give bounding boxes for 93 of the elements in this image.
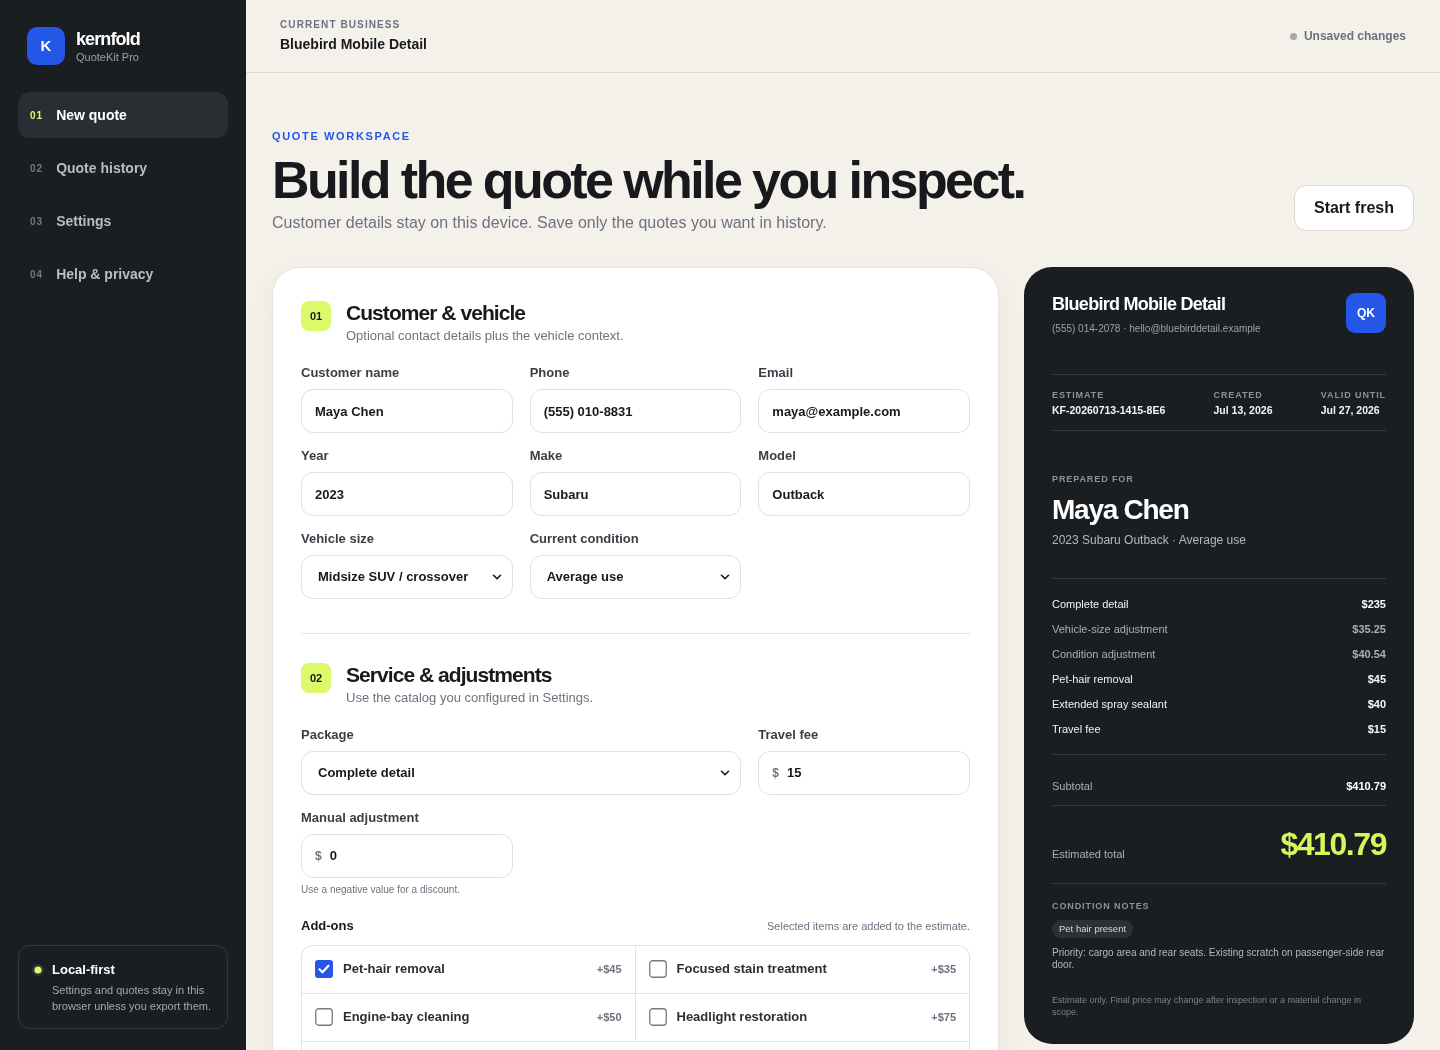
total-label: Estimated total — [1052, 847, 1125, 862]
page-title: Build the quote while you inspect. — [272, 153, 1025, 207]
text-field[interactable]: (555) 010-8831 — [529, 389, 742, 433]
field-label: Make — [529, 448, 564, 464]
notes-label: CONDITION NOTES — [1052, 900, 1151, 912]
line-item-amount: $35.25 — [1352, 622, 1386, 638]
field-label: Manual adjustment — [301, 810, 420, 826]
addon-label: Focused stain treatment — [676, 960, 827, 979]
status-dot-icon — [32, 964, 44, 976]
addons-title: Add-ons — [301, 918, 354, 935]
business-contact: (555) 014-2078 · hello@bluebirddetail.example — [1052, 322, 1261, 336]
field-label: Customer name — [301, 365, 401, 381]
status-dot-icon — [1289, 32, 1297, 40]
field-label: Current condition — [529, 531, 640, 547]
meta-value: Jul 13, 2026 — [1213, 403, 1273, 417]
initials-badge: QK — [1346, 293, 1386, 333]
text-field[interactable]: maya@example.com — [758, 389, 970, 433]
product-name: QuoteKit Pro — [76, 49, 140, 64]
checkbox[interactable] — [315, 1008, 333, 1026]
select-field[interactable]: Midsize SUV / crossover — [301, 555, 513, 599]
addon-label: Pet-hair removal — [343, 960, 445, 979]
text-field[interactable]: 2023 — [301, 472, 513, 516]
text-field[interactable]: Maya Chen — [301, 389, 513, 433]
nav-item[interactable]: 04 Help & privacy — [18, 251, 228, 297]
meta-value: KF-20260713-1415-8E6 — [1052, 403, 1166, 417]
line-item-label: Travel fee — [1052, 722, 1101, 738]
checkbox[interactable] — [315, 960, 333, 978]
text-field[interactable]: Subaru — [529, 472, 742, 516]
line-item-amount: $235 — [1361, 597, 1386, 613]
field-label: Phone — [529, 365, 571, 381]
section-title: Service & adjustments — [346, 663, 553, 687]
addon-price: +$35 — [931, 961, 956, 977]
page-subtitle: Customer details stay on this device. Save only the quotes you want in history. — [272, 213, 828, 233]
line-item-label: Vehicle-size adjustment — [1052, 622, 1168, 638]
logo-mark: K — [27, 27, 65, 65]
section-number: 01 — [301, 301, 331, 331]
field-label: Year — [301, 448, 330, 464]
addons-note: Selected items are added to the estimate. — [767, 919, 970, 934]
field-label: Model — [758, 448, 797, 464]
meta-label: VALID UNTIL — [1320, 389, 1386, 401]
subtotal-amount: $410.79 — [1346, 779, 1386, 794]
line-item-label: Extended spray sealant — [1052, 697, 1167, 713]
line-item-amount: $40.54 — [1352, 647, 1386, 663]
addon-label: Headlight restoration — [676, 1008, 808, 1027]
nav-item[interactable]: 02 Quote history — [18, 145, 228, 191]
money-field[interactable]: $ 15 — [758, 751, 970, 795]
text-field[interactable]: Outback — [758, 472, 970, 516]
select-field[interactable]: Average use — [529, 555, 742, 599]
meta-label: CREATED — [1213, 389, 1264, 401]
field-label: Vehicle size — [301, 531, 375, 547]
business-name: Bluebird Mobile Detail — [280, 35, 427, 53]
local-first-title: Local-first — [52, 962, 116, 978]
customer-name: Maya Chen — [1052, 494, 1190, 526]
select-field[interactable]: Complete detail — [301, 751, 742, 795]
section-subtitle: Use the catalog you configured in Settings. — [346, 689, 594, 707]
start-fresh-button[interactable]: Start fresh — [1293, 185, 1414, 231]
prepared-for-label: PREPARED FOR — [1052, 473, 1135, 485]
business-name: Bluebird Mobile Detail — [1052, 293, 1227, 315]
addon-price: +$45 — [596, 961, 622, 977]
total-amount: $410.79 — [1280, 826, 1386, 862]
line-item-amount: $45 — [1367, 672, 1386, 688]
line-item-label: Condition adjustment — [1052, 647, 1156, 663]
nav-item[interactable]: 03 Settings — [18, 198, 228, 244]
addon-price: +$50 — [596, 1009, 622, 1025]
header-eyebrow: CURRENT BUSINESS — [280, 19, 402, 31]
subtotal-label: Subtotal — [1052, 779, 1093, 794]
addon-price: +$75 — [931, 1009, 956, 1025]
field-hint: Use a negative value for a discount. — [301, 884, 461, 896]
section-subtitle: Optional contact details plus the vehicle context. — [346, 327, 624, 345]
meta-value: Jul 27, 2026 — [1320, 403, 1381, 417]
meta-label: ESTIMATE — [1052, 389, 1106, 401]
addon-label: Engine-bay cleaning — [343, 1008, 470, 1027]
nav-item[interactable]: 01 New quote — [18, 92, 228, 138]
line-item-amount: $40 — [1367, 697, 1386, 713]
checkbox[interactable] — [648, 960, 667, 978]
disclaimer: Estimate only. Final price may change after inspection or a material change in scope. — [1052, 994, 1362, 1018]
note-tag: Pet hair present — [1052, 920, 1134, 938]
line-item-label: Complete detail — [1052, 597, 1129, 613]
field-label: Email — [758, 365, 794, 381]
checkbox[interactable] — [648, 1008, 667, 1026]
condition-note: Priority: cargo area and rear seats. Existing scratch on passenger-side rear door. — [1052, 947, 1386, 971]
vehicle-summary: 2023 Subaru Outback · Average use — [1052, 532, 1247, 548]
page-eyebrow: QUOTE WORKSPACE — [272, 129, 412, 143]
line-item-amount: $15 — [1367, 722, 1386, 738]
field-label: Travel fee — [758, 727, 820, 743]
section-number: 02 — [301, 663, 331, 693]
field-label: Package — [301, 727, 355, 743]
unsaved-status: Unsaved changes — [1303, 28, 1406, 45]
brand-name: kernfold — [76, 28, 140, 49]
local-first-text: Settings and quotes stay in this browser unless you export them. — [52, 983, 212, 1014]
section-title: Customer & vehicle — [346, 301, 527, 325]
line-item-label: Pet-hair removal — [1052, 672, 1133, 688]
money-field[interactable]: $ 0 — [301, 834, 513, 878]
